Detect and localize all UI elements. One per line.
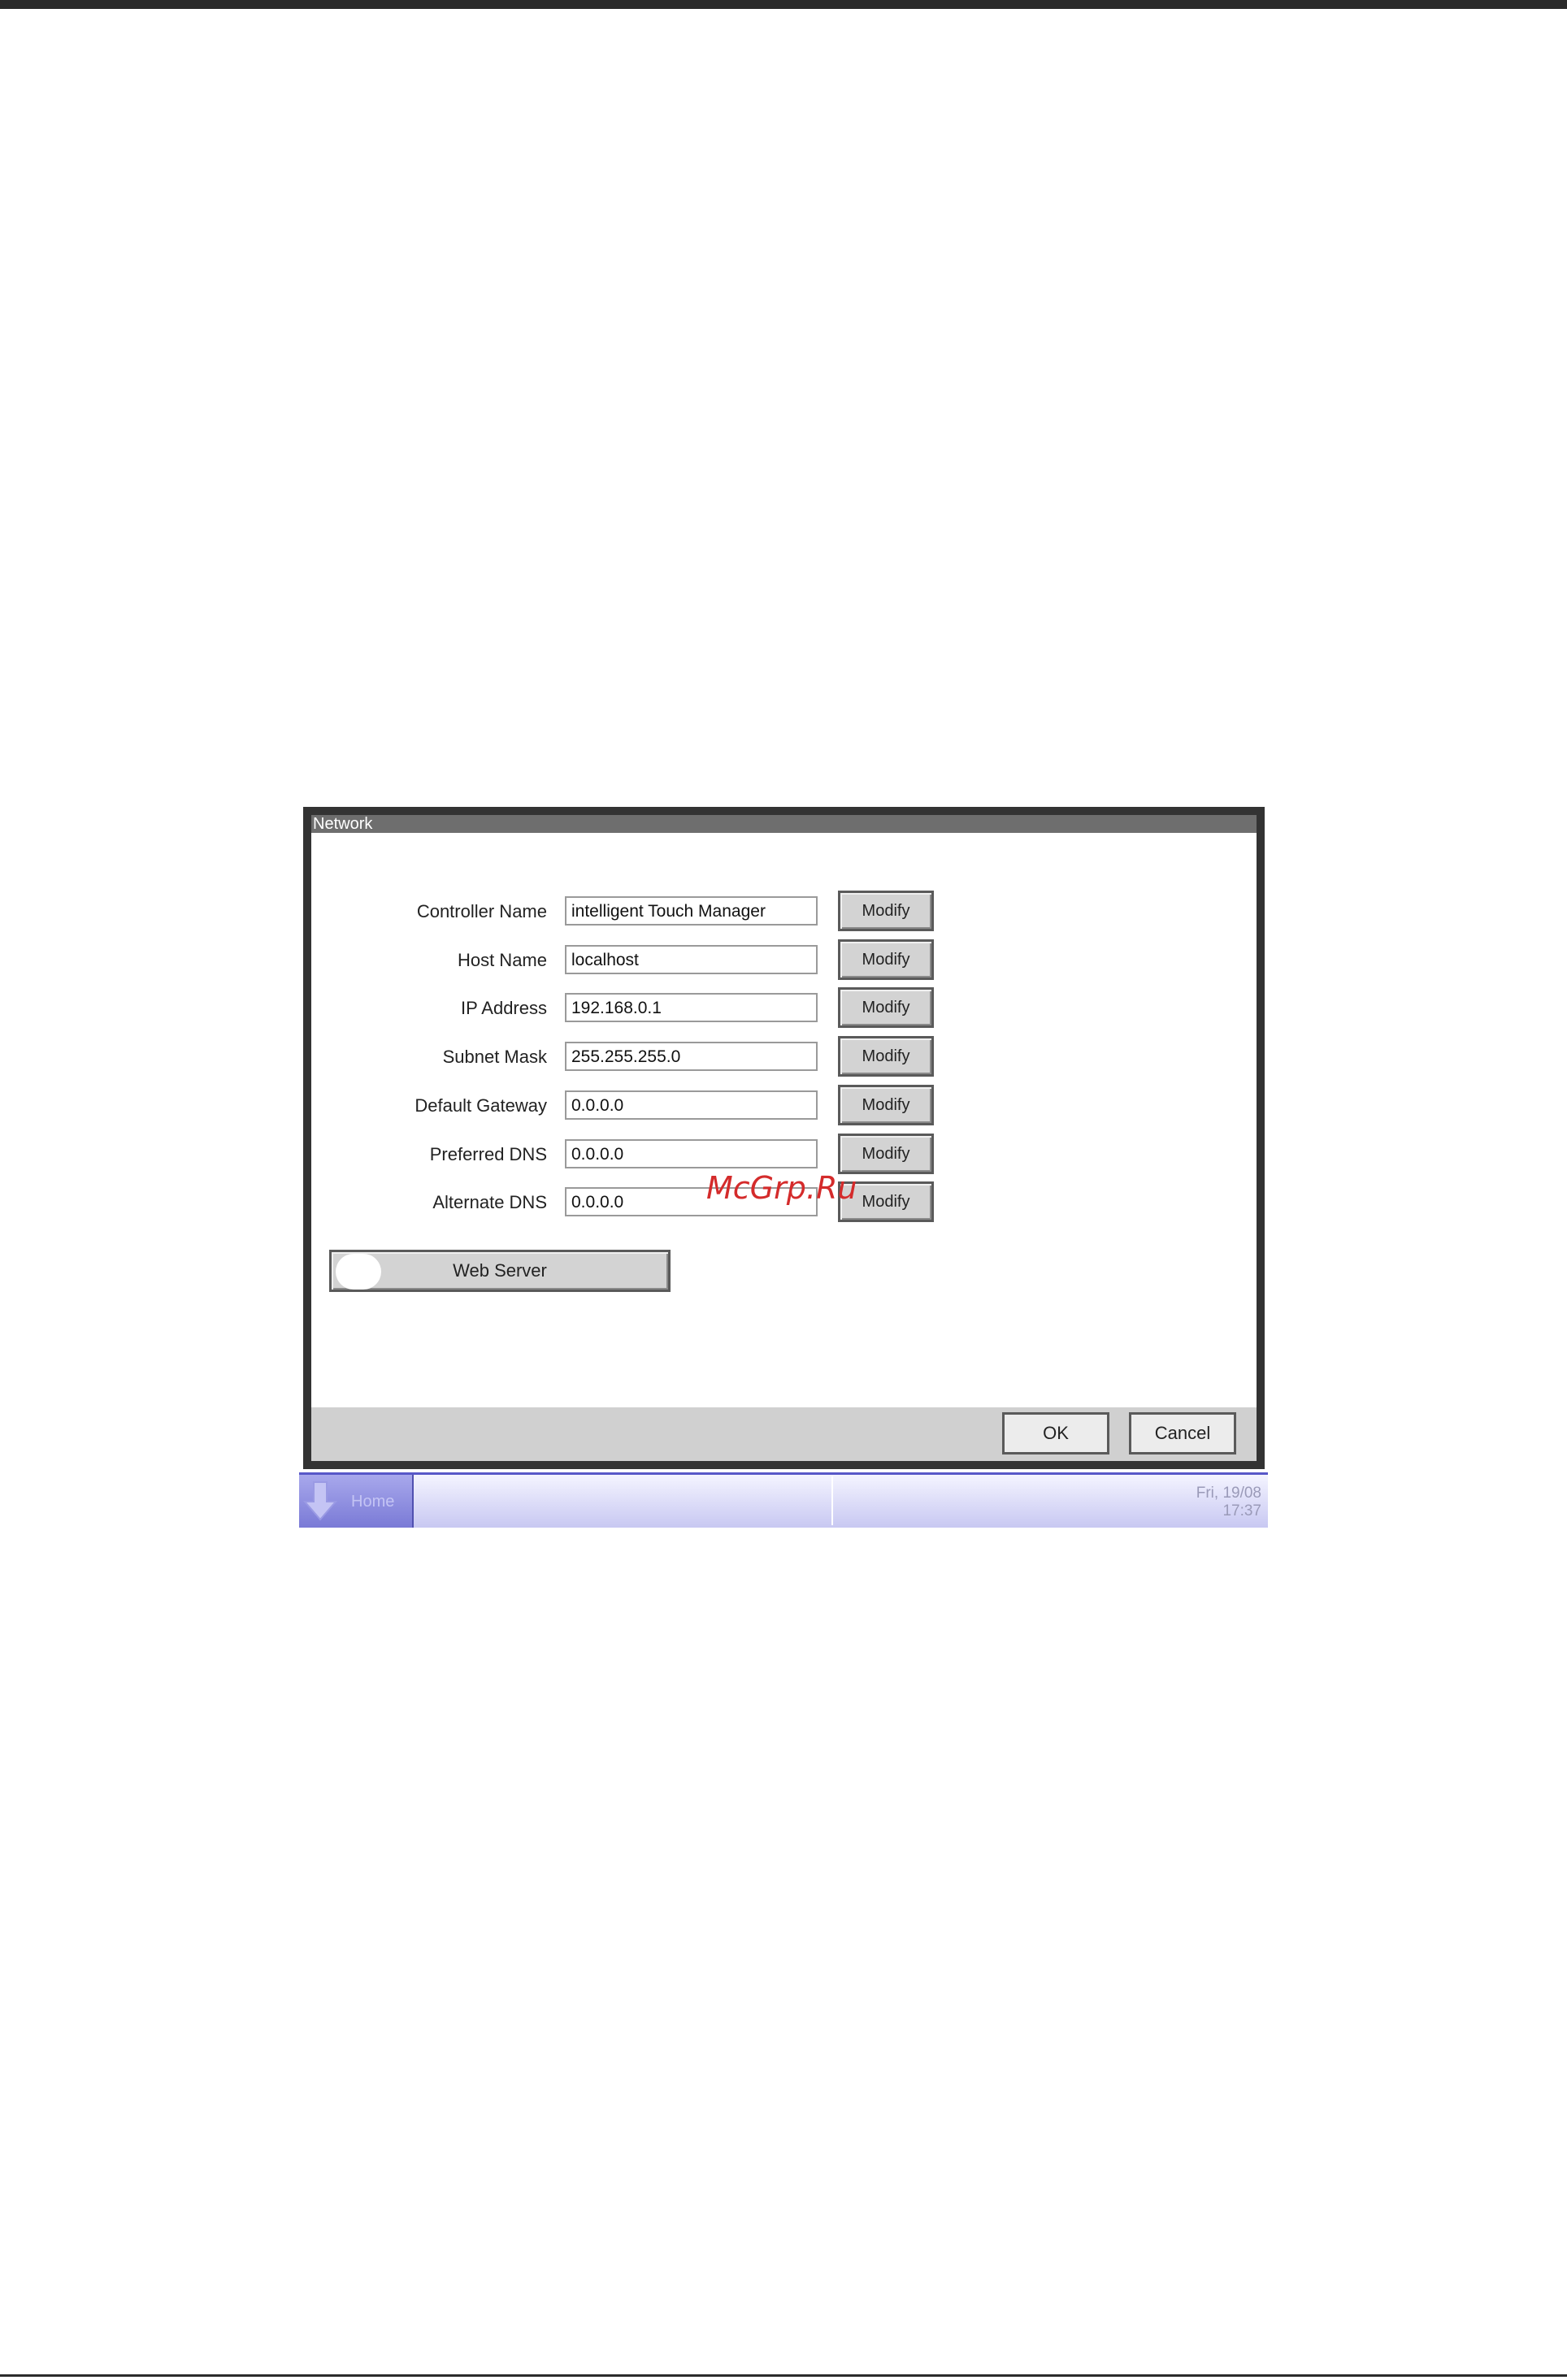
- page-bottom-rule: [0, 2374, 1567, 2377]
- page-top-rule: [0, 0, 1567, 9]
- taskbar-date: Fri, 19/08: [1196, 1485, 1261, 1502]
- taskbar-divider: [831, 1476, 833, 1525]
- modify-preferred-dns-button[interactable]: Modify: [838, 1134, 934, 1174]
- modify-controller-name-button[interactable]: Modify: [838, 891, 934, 931]
- subnet-mask-label: Subnet Mask: [442, 1047, 547, 1067]
- modify-subnet-mask-button[interactable]: Modify: [838, 1036, 934, 1077]
- modify-host-name-button[interactable]: Modify: [838, 939, 934, 980]
- ip-address-field[interactable]: 192.168.0.1: [565, 993, 818, 1022]
- modify-ip-address-button[interactable]: Modify: [838, 987, 934, 1028]
- home-label: Home: [351, 1493, 395, 1511]
- dialog-body: Controller Name intelligent Touch Manage…: [311, 833, 1257, 1461]
- dialog-title: Network: [311, 815, 1257, 833]
- cancel-button[interactable]: Cancel: [1129, 1412, 1236, 1454]
- subnet-mask-field[interactable]: 255.255.255.0: [565, 1042, 818, 1071]
- home-button[interactable]: Home: [299, 1475, 414, 1528]
- ok-button[interactable]: OK: [1002, 1412, 1109, 1454]
- preferred-dns-label: Preferred DNS: [429, 1144, 547, 1164]
- taskbar: Home Fri, 19/08 17:37: [299, 1472, 1268, 1528]
- controller-name-field[interactable]: intelligent Touch Manager: [565, 896, 818, 926]
- down-arrow-icon: [303, 1481, 337, 1521]
- preferred-dns-field[interactable]: 0.0.0.0: [565, 1139, 818, 1168]
- watermark-text: McGrp.Ru: [706, 1170, 857, 1206]
- taskbar-datetime: Fri, 19/08 17:37: [1196, 1485, 1261, 1520]
- modify-default-gateway-button[interactable]: Modify: [838, 1085, 934, 1125]
- alternate-dns-label: Alternate DNS: [432, 1192, 547, 1212]
- default-gateway-label: Default Gateway: [415, 1095, 547, 1116]
- network-dialog: Network Controller Name intelligent Touc…: [303, 807, 1265, 1469]
- host-name-field[interactable]: localhost: [565, 945, 818, 974]
- default-gateway-field[interactable]: 0.0.0.0: [565, 1090, 818, 1120]
- ip-address-label: IP Address: [461, 998, 547, 1018]
- controller-name-label: Controller Name: [416, 901, 547, 921]
- web-server-button[interactable]: Web Server: [329, 1250, 671, 1292]
- web-server-label: Web Server: [453, 1260, 547, 1281]
- dialog-footer: OK Cancel: [311, 1407, 1257, 1461]
- taskbar-time: 17:37: [1222, 1502, 1261, 1519]
- host-name-label: Host Name: [457, 950, 547, 970]
